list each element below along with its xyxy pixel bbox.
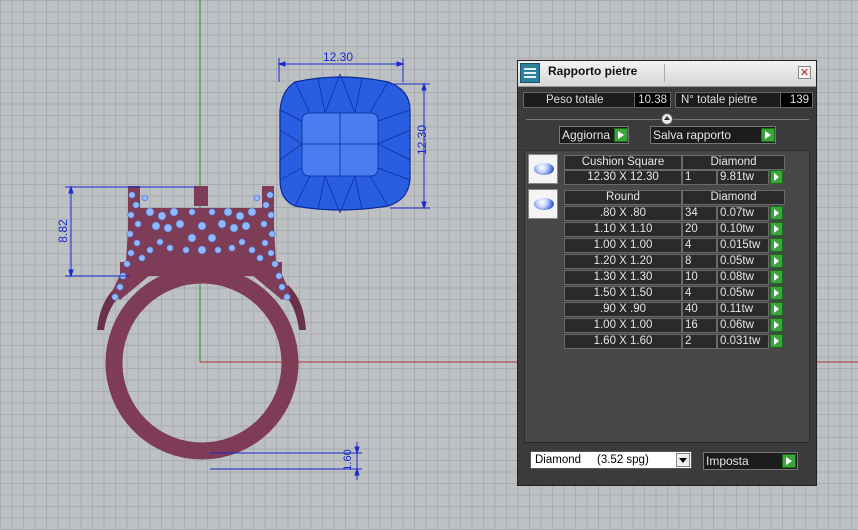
total-stones-value: 139 [780,93,812,107]
stone-weight-cell: 0.07tw [717,206,769,221]
row-play-arrow-icon[interactable] [770,286,783,300]
title-separator [664,64,665,82]
group-shape-header: Round [564,190,682,205]
chevron-down-icon[interactable] [676,453,690,467]
stone-count-cell: 2 [682,334,717,349]
row-play-arrow-icon[interactable] [770,318,783,332]
total-stones-field: N° totale pietre 139 [675,92,813,108]
stone-size-cell: 1.30 X 1.30 [564,270,682,285]
panel-titlebar[interactable]: Rapporto pietre ✕ [518,61,816,87]
row-play-arrow-icon[interactable] [770,206,783,220]
setting-height-label: 8.82 [56,219,70,243]
stone-weight-cell: 0.10tw [717,222,769,237]
stone-size-cell: 1.00 X 1.00 [564,238,682,253]
stone-weight-cell: 0.08tw [717,270,769,285]
stone-count-cell: 34 [682,206,717,221]
cushion-stone-thumbnail [528,154,558,184]
stone-count-cell: 4 [682,238,717,253]
apply-button[interactable]: Imposta [703,452,798,470]
stone-size-cell: 12.30 X 12.30 [564,170,682,185]
cushion-gem[interactable] [279,73,411,214]
group-shape-header: Cushion Square [564,155,682,170]
total-stones-label: N° totale pietre [681,94,758,106]
round-stone-thumbnail [528,189,558,219]
stone-size-cell: 1.20 X 1.20 [564,254,682,269]
row-play-arrow-icon[interactable] [770,334,783,348]
stone-count-cell: 40 [682,302,717,317]
ring-shank[interactable] [105,266,299,460]
stone-weight-cell: 0.05tw [717,286,769,301]
stone-weight-cell: 0.05tw [717,254,769,269]
shank-thickness-label: 1.60 [342,449,354,471]
material-select-value: Diamond (3.52 spg) [535,454,649,466]
stone-count-cell: 16 [682,318,717,333]
stone-size-cell: .90 X .90 [564,302,682,317]
panel-title: Rapporto pietre [548,64,638,78]
play-arrow-icon[interactable] [614,128,628,142]
save-report-button[interactable]: Salva rapporto [650,126,776,144]
stone-weight-cell: 0.015tw [717,238,769,253]
material-select[interactable]: Diamond (3.52 spg) [530,451,692,469]
stone-weight-cell: 0.06tw [717,318,769,333]
stone-report-icon [520,63,540,83]
stone-size-cell: 1.60 X 1.60 [564,334,682,349]
stone-weight-cell: 0.11tw [717,302,769,317]
stone-count-cell: 10 [682,270,717,285]
stone-count-cell: 20 [682,222,717,237]
close-icon[interactable]: ✕ [798,66,811,79]
save-report-label: Salva rapporto [653,128,732,142]
row-play-arrow-icon[interactable] [770,222,783,236]
collapse-toggle-icon[interactable] [661,113,673,125]
stone-weight-cell: 0.031tw [717,334,769,349]
update-button-label: Aggiorna [562,128,611,142]
row-play-arrow-icon[interactable] [770,238,783,252]
play-arrow-icon[interactable] [761,128,775,142]
stone-size-cell: .80 X .80 [564,206,682,221]
stone-weight-cell: 9.81tw [717,170,769,185]
stone-count-cell: 1 [682,170,717,185]
stone-report-panel[interactable]: Rapporto pietre ✕ Peso totale 10.38 N° t… [517,60,817,486]
stone-size-cell: 1.50 X 1.50 [564,286,682,301]
gem-width-label: 12.30 [323,50,354,64]
total-weight-value: 10.38 [634,93,670,107]
stone-size-cell: 1.00 X 1.00 [564,318,682,333]
row-play-arrow-icon[interactable] [770,254,783,268]
stone-size-cell: 1.10 X 1.10 [564,222,682,237]
apply-button-label: Imposta [706,454,749,468]
gem-height-label: 12.30 [415,124,429,156]
play-arrow-icon[interactable] [782,454,796,468]
total-weight-field: Peso totale 10.38 [523,92,671,108]
stone-count-cell: 4 [682,286,717,301]
total-weight-label: Peso totale [546,94,604,106]
stone-count-cell: 8 [682,254,717,269]
group-material-header: Diamond [682,155,785,170]
stone-list[interactable]: Cushion Square Diamond 12.30 X 12.30 1 9… [524,150,810,443]
row-play-arrow-icon[interactable] [770,170,783,184]
row-play-arrow-icon[interactable] [770,302,783,316]
row-play-arrow-icon[interactable] [770,270,783,284]
group-material-header: Diamond [682,190,785,205]
update-button[interactable]: Aggiorna [559,126,629,144]
